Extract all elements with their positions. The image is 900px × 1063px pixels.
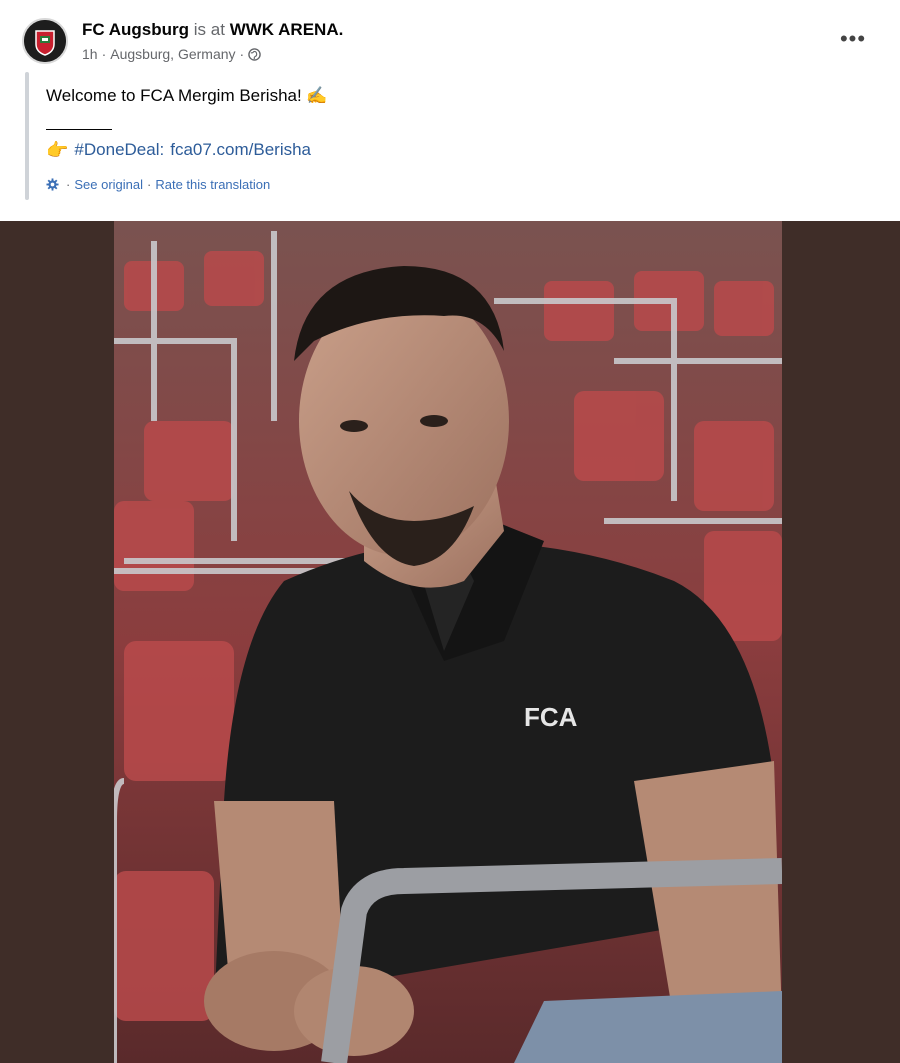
globe-icon: [248, 47, 261, 61]
translation-separator: ·: [66, 177, 71, 192]
colon: :: [159, 140, 165, 159]
translation-separator-2: ·: [147, 177, 152, 192]
translation-bar: [25, 72, 29, 200]
player-photo-illustration: FCA: [114, 221, 782, 1063]
post-photo[interactable]: FCA: [114, 221, 782, 1063]
pointing-hand-icon: 👉: [46, 140, 69, 160]
post-text: Welcome to FCA Mergim Berisha! ✍: [46, 86, 328, 105]
club-avatar[interactable]: [22, 18, 68, 64]
gear-icon: [46, 178, 59, 191]
post-header: FC Augsburg is at WWK ARENA. 1h · Augsbu…: [0, 0, 900, 220]
location-name[interactable]: WWK ARENA.: [230, 20, 344, 39]
post-place[interactable]: Augsburg, Germany: [110, 46, 235, 62]
done-deal-line: 👉 #DoneDeal: fca07.com/Berisha: [46, 140, 311, 160]
post-card: FC Augsburg is at WWK ARENA. 1h · Augsbu…: [0, 0, 900, 1063]
post-title: FC Augsburg is at WWK ARENA.: [82, 20, 343, 40]
meta-separator-2: ·: [239, 46, 245, 62]
post-meta: 1h · Augsburg, Germany ·: [82, 46, 261, 62]
club-logo-icon: [24, 20, 66, 62]
see-original-link[interactable]: See original: [74, 177, 143, 192]
author-name[interactable]: FC Augsburg: [82, 20, 189, 39]
meta-separator: ·: [101, 46, 107, 62]
rate-translation-link[interactable]: Rate this translation: [155, 177, 270, 192]
more-options-button[interactable]: •••: [835, 24, 871, 54]
post-time[interactable]: 1h: [82, 46, 98, 62]
text-divider: [46, 129, 112, 130]
checkin-prefix: is at: [193, 20, 225, 39]
more-options-icon: •••: [839, 26, 867, 51]
hashtag-link[interactable]: #DoneDeal: [74, 140, 159, 160]
shirt-logo-text: FCA: [524, 702, 578, 732]
translation-row: · See original · Rate this translation: [46, 177, 270, 192]
external-link[interactable]: fca07.com/Berisha: [170, 140, 311, 160]
